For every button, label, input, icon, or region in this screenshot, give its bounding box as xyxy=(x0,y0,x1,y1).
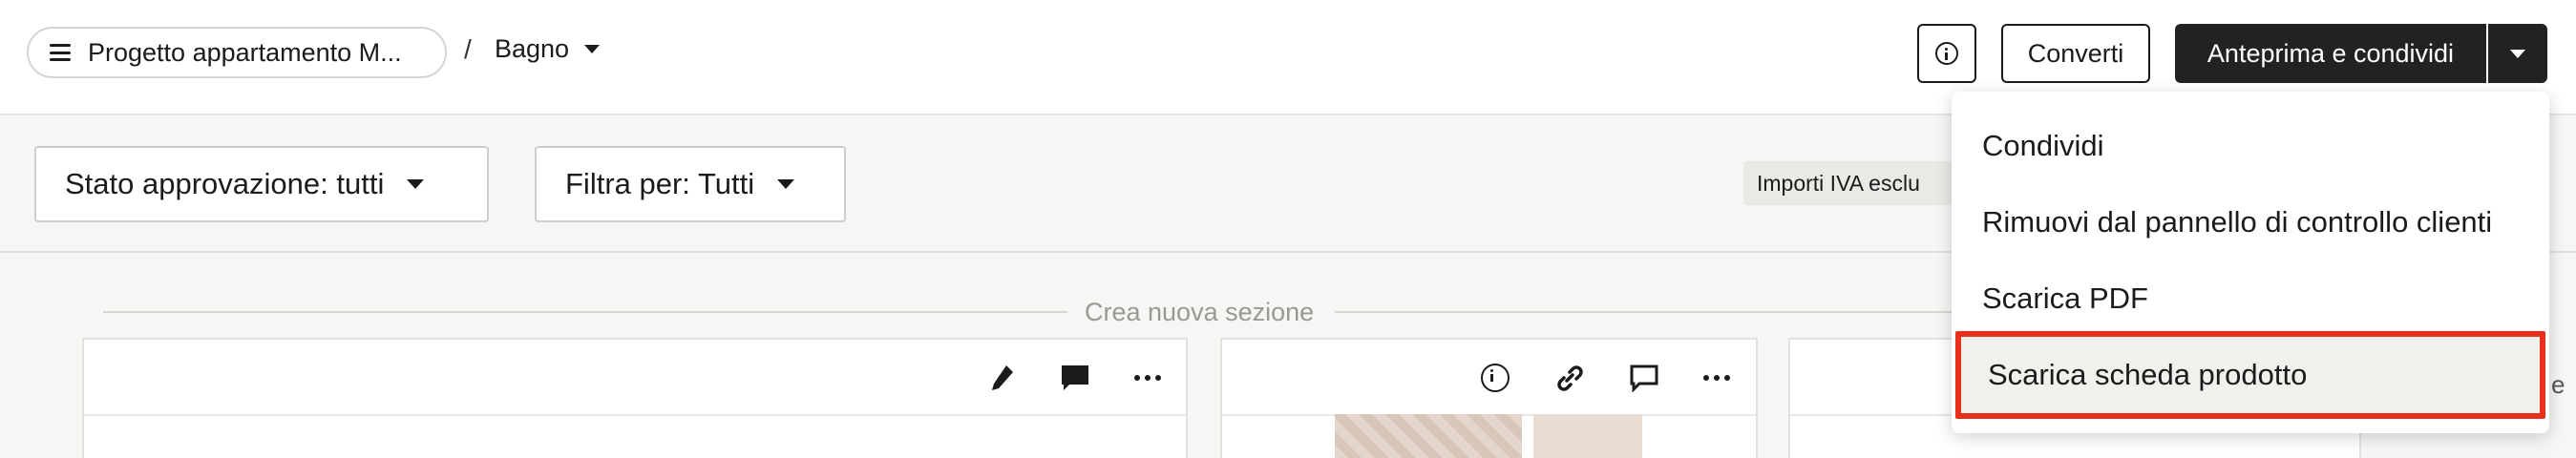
approval-status-filter[interactable]: Stato approvazione: tutti xyxy=(34,146,489,222)
room-selector[interactable]: Bagno xyxy=(495,34,601,64)
info-button[interactable] xyxy=(1917,24,1976,83)
divider-line-left xyxy=(103,311,1067,313)
comment-filled-icon[interactable] xyxy=(1058,361,1092,395)
menu-item-remove-from-dashboard[interactable]: Rimuovi dal pannello di controllo client… xyxy=(1952,187,2549,258)
share-dropdown-menu: Condividi Rimuovi dal pannello di contro… xyxy=(1952,92,2549,433)
link-icon[interactable] xyxy=(1552,361,1587,395)
product-thumbnail[interactable] xyxy=(1533,414,1642,458)
comment-icon[interactable] xyxy=(1627,361,1661,395)
chevron-down-icon xyxy=(407,179,425,189)
truncated-text: e xyxy=(2551,370,2565,399)
info-icon xyxy=(1935,42,1958,65)
more-options-icon[interactable] xyxy=(1700,361,1734,395)
pencil-icon[interactable] xyxy=(985,361,1020,395)
menu-item-share[interactable]: Condividi xyxy=(1952,111,2549,181)
vat-badge: Importi IVA esclu xyxy=(1743,161,1963,205)
preview-share-dropdown-toggle[interactable] xyxy=(2488,24,2547,83)
filter-by-dropdown[interactable]: Filtra per: Tutti xyxy=(535,146,846,222)
project-selector[interactable]: Progetto appartamento M... xyxy=(27,27,447,78)
info-icon[interactable] xyxy=(1478,361,1512,395)
more-options-icon[interactable] xyxy=(1130,361,1165,395)
menu-item-download-product-sheet[interactable]: Scarica scheda prodotto xyxy=(1955,331,2545,419)
breadcrumb-separator: / xyxy=(464,34,472,64)
menu-item-download-pdf[interactable]: Scarica PDF xyxy=(1952,263,2549,334)
hamburger-icon xyxy=(50,44,71,61)
chevron-down-icon xyxy=(584,45,601,53)
card-header xyxy=(1222,340,1756,416)
new-section-label: Crea nuova sezione xyxy=(1085,298,1315,326)
preview-share-button[interactable]: Anteprima e condividi xyxy=(2175,24,2486,83)
card-header xyxy=(84,340,1186,416)
chevron-down-icon xyxy=(777,179,795,189)
chevron-down-icon xyxy=(2510,49,2525,58)
project-name: Progetto appartamento M... xyxy=(88,37,402,67)
filter-by-label: Filtra per: Tutti xyxy=(565,167,755,200)
room-name: Bagno xyxy=(495,34,570,63)
product-thumbnail[interactable] xyxy=(1335,414,1522,458)
convert-button[interactable]: Converti xyxy=(2001,24,2150,83)
approval-status-label: Stato approvazione: tutti xyxy=(65,167,385,200)
item-card xyxy=(82,338,1188,458)
